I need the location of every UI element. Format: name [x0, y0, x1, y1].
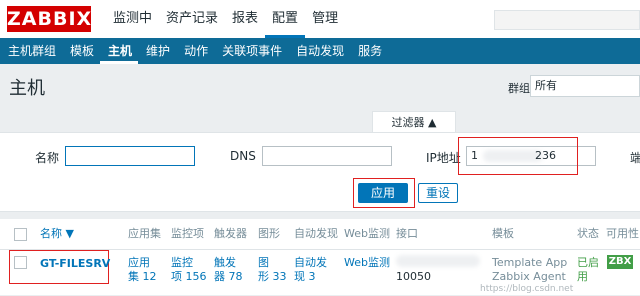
- watermark-text: https://blog.csdn.net: [480, 284, 574, 294]
- discovery-link-line1[interactable]: 自动发: [294, 256, 327, 269]
- name-label: 名称: [35, 151, 60, 165]
- page-header: 主机 群组 所有: [0, 64, 640, 112]
- graphs-link-line2[interactable]: 形 33: [258, 270, 287, 283]
- template-line2: Zabbix Agent: [492, 270, 566, 283]
- col-graphs-header: 图形: [258, 227, 280, 240]
- triggers-link-line1[interactable]: 触发: [214, 256, 236, 269]
- zabbix-logo[interactable]: ZABBIX: [7, 6, 91, 32]
- dns-label: DNS: [230, 149, 256, 163]
- zbx-availability-badge: ZBX: [607, 255, 633, 269]
- name-field[interactable]: [65, 146, 195, 166]
- col-status-header: 状态: [577, 227, 599, 240]
- col-availability-header: 可用性: [606, 227, 639, 240]
- col-discovery-header: 自动发现: [294, 227, 338, 240]
- subnav-services[interactable]: 服务: [350, 38, 388, 64]
- template-line1: Template App: [492, 256, 568, 269]
- web-link[interactable]: Web监测: [344, 256, 390, 269]
- redacted-interface-blur: [396, 255, 480, 267]
- graphs-link-line1[interactable]: 图: [258, 256, 269, 269]
- subnav-correlation[interactable]: 关联项事件: [214, 38, 288, 64]
- reset-button[interactable]: 重设: [418, 183, 458, 203]
- filter-tab[interactable]: 过滤器 ▲: [372, 111, 456, 133]
- subnav-actions[interactable]: 动作: [176, 38, 214, 64]
- nav-administration[interactable]: 管理: [305, 0, 345, 38]
- subnav-discovery[interactable]: 自动发现: [288, 38, 350, 64]
- dns-field[interactable]: [262, 146, 392, 166]
- subnav-maintenance[interactable]: 维护: [138, 38, 176, 64]
- nav-monitoring[interactable]: 监测中: [106, 0, 159, 38]
- apply-button[interactable]: 应用: [358, 183, 408, 203]
- status-line2[interactable]: 用: [577, 270, 588, 283]
- sub-nav: 主机群组 模板 主机 维护 动作 关联项事件 自动发现 服务: [0, 38, 640, 64]
- global-search-input[interactable]: [494, 10, 640, 30]
- items-link-line2[interactable]: 项 156: [171, 270, 207, 283]
- ip-highlight-box: [458, 137, 578, 175]
- main-nav: 监测中 资产记录 报表 配置 管理: [106, 0, 345, 38]
- triggers-link-line2[interactable]: 器 78: [214, 270, 243, 283]
- host-name-link[interactable]: GT-FILESRV: [40, 257, 110, 270]
- top-header: ZABBIX 监测中 资产记录 报表 配置 管理: [0, 0, 640, 38]
- subnav-hosts[interactable]: 主机: [100, 38, 139, 64]
- col-items-header: 监控项: [171, 227, 204, 240]
- nav-inventory[interactable]: 资产记录: [159, 0, 225, 38]
- nav-configuration[interactable]: 配置: [265, 0, 306, 38]
- subnav-host-groups[interactable]: 主机群组: [0, 38, 62, 64]
- select-all-checkbox[interactable]: [14, 228, 27, 241]
- interface-port: 10050: [396, 270, 431, 283]
- subnav-templates[interactable]: 模板: [62, 38, 100, 64]
- filter-panel: 名称 DNS IP地址 1 236 端 应用 重设: [0, 132, 640, 212]
- col-web-header: Web监测: [344, 227, 390, 240]
- page-title: 主机: [9, 78, 45, 99]
- status-line1[interactable]: 已启: [577, 256, 599, 269]
- port-label-partial: 端: [630, 151, 640, 165]
- col-apps-header: 应用集: [128, 227, 161, 240]
- discovery-link-line2[interactable]: 现 3: [294, 270, 316, 283]
- col-name-header[interactable]: 名称 ▼: [40, 219, 74, 249]
- group-label: 群组: [508, 82, 530, 95]
- apps-link-line1[interactable]: 应用: [128, 256, 150, 269]
- col-template-header: 模板: [492, 227, 514, 240]
- items-link-line1[interactable]: 监控: [171, 256, 193, 269]
- hosts-table: 名称 ▼ 应用集 监控项 触发器 图形 自动发现 Web监测 接口 模板 状态 …: [0, 219, 640, 295]
- col-triggers-header: 触发器: [214, 227, 247, 240]
- nav-reports[interactable]: 报表: [225, 0, 265, 38]
- col-interface-header: 接口: [396, 227, 418, 240]
- group-select[interactable]: 所有: [530, 75, 640, 97]
- apps-link-line2[interactable]: 集 12: [128, 270, 157, 283]
- ip-label: IP地址: [426, 151, 461, 165]
